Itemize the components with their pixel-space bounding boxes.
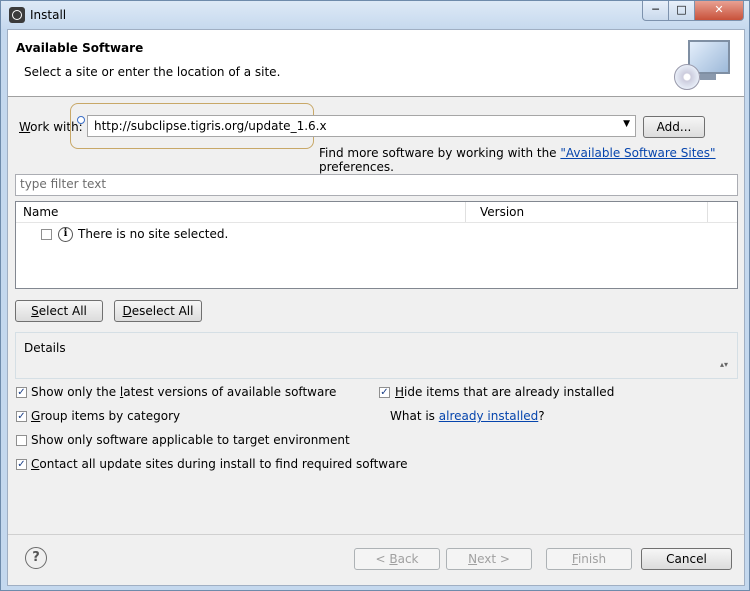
work-with-value[interactable]: http://subclipse.tigris.org/update_1.6.x xyxy=(94,119,327,133)
select-all-button[interactable]: Select All xyxy=(15,300,103,322)
close-button[interactable]: ✕ xyxy=(694,1,744,21)
table-row: There is no site selected. xyxy=(78,227,229,241)
help-icon[interactable]: ? xyxy=(25,547,47,569)
maximize-button[interactable]: □ xyxy=(668,1,695,21)
next-button[interactable]: Next > xyxy=(446,548,532,570)
finish-button[interactable]: Finish xyxy=(546,548,632,570)
row-checkbox[interactable] xyxy=(41,229,52,240)
applicable-only-checkbox[interactable] xyxy=(16,435,27,446)
window-title: Install xyxy=(30,8,67,22)
contact-sites-checkbox[interactable]: ✓ xyxy=(16,459,27,470)
page-title: Available Software xyxy=(16,41,144,55)
header-divider xyxy=(16,222,737,223)
monitor-cd-icon xyxy=(672,36,730,92)
group-by-category-label: Group items by category xyxy=(31,409,181,423)
install-window: Install ─ □ ✕ Available Software Select … xyxy=(0,0,750,591)
contact-sites-label: Contact all update sites during install … xyxy=(31,457,408,471)
available-software-sites-link[interactable]: "Available Software Sites" xyxy=(560,146,715,160)
eclipse-icon xyxy=(9,7,25,23)
wizard-banner: Available Software Select a site or ente… xyxy=(8,30,744,97)
hide-installed-checkbox[interactable]: ✓ xyxy=(379,387,390,398)
cd-icon xyxy=(674,64,700,90)
title-bar: Install ─ □ ✕ xyxy=(1,1,749,29)
software-table: Name Version i There is no site selected… xyxy=(15,201,738,289)
work-with-combo[interactable]: http://subclipse.tigris.org/update_1.6.x… xyxy=(87,115,636,137)
monitor-stand xyxy=(700,74,716,80)
deselect-all-button[interactable]: Deselect All xyxy=(114,300,202,322)
hide-installed-label: Hide items that are already installed xyxy=(395,385,615,399)
info-icon: i xyxy=(58,227,73,242)
details-panel: Details xyxy=(15,332,738,379)
minimize-button[interactable]: ─ xyxy=(642,1,669,21)
column-header-name[interactable]: Name xyxy=(16,202,466,222)
group-by-category-checkbox[interactable]: ✓ xyxy=(16,411,27,422)
back-button[interactable]: < Back xyxy=(354,548,440,570)
applicable-only-label: Show only software applicable to target … xyxy=(31,433,350,447)
add-button[interactable]: Add... xyxy=(643,116,705,138)
page-description: Select a site or enter the location of a… xyxy=(24,65,281,79)
latest-versions-checkbox[interactable]: ✓ xyxy=(16,387,27,398)
filter-input[interactable]: type filter text xyxy=(15,174,738,196)
latest-versions-label: Show only the latest versions of availab… xyxy=(31,385,337,399)
what-is-text: What is already installed? xyxy=(390,409,545,423)
dialog-body: Available Software Select a site or ente… xyxy=(7,29,745,586)
info-decoration-icon xyxy=(77,116,85,124)
already-installed-link[interactable]: already installed xyxy=(439,409,539,423)
dropdown-arrow-icon[interactable]: ▼ xyxy=(623,119,630,129)
details-label: Details xyxy=(24,341,66,355)
find-more-text: Find more software by working with the "… xyxy=(319,146,716,174)
details-scroll-icon[interactable]: ▴▾ xyxy=(720,360,728,369)
footer-separator xyxy=(8,534,744,535)
column-header-version[interactable]: Version xyxy=(473,202,708,222)
cancel-button[interactable]: Cancel xyxy=(641,548,732,570)
